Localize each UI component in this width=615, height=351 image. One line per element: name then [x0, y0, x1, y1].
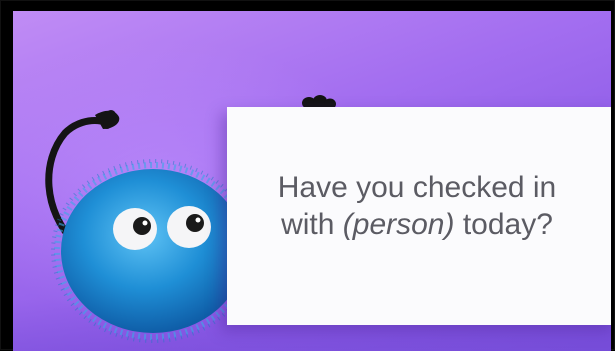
card-line-1: Have you checked in — [277, 171, 557, 204]
eye-icon — [113, 208, 157, 250]
illustration-scene: Have you checked in with (person) today? — [13, 11, 611, 351]
card-line-2-prefix: with — [281, 208, 343, 241]
fur-body — [51, 159, 255, 343]
message-card: Have you checked in with (person) today? — [227, 107, 611, 325]
card-message: Have you checked in with (person) today? — [257, 169, 577, 243]
image-frame: Have you checked in with (person) today? — [0, 0, 615, 351]
card-line-2-suffix: today? — [454, 208, 553, 241]
eye-icon — [167, 206, 211, 248]
card-line-2-emphasis: (person) — [342, 208, 455, 241]
